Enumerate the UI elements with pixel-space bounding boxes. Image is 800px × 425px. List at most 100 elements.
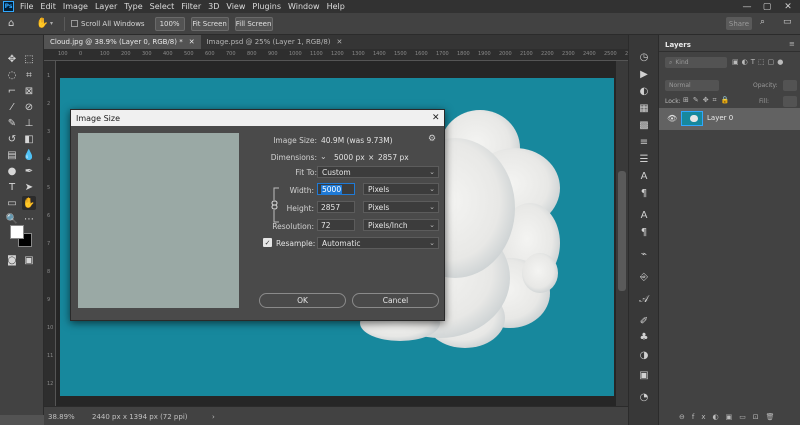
brush-tool-icon[interactable]: ✎ — [5, 116, 19, 130]
quick-mask-icon[interactable]: ◙ — [5, 253, 19, 267]
lasso-tool-icon[interactable]: ◌ — [5, 68, 19, 82]
paragraph-styles-icon[interactable]: ¶ — [637, 226, 651, 239]
info-icon[interactable]: ◔ — [637, 391, 651, 404]
fill-field[interactable] — [783, 96, 797, 107]
channels-icon[interactable]: ⎆ — [637, 271, 651, 284]
layer-filter-kind[interactable]: ⌕ Kind — [665, 57, 727, 68]
opacity-field[interactable] — [783, 80, 797, 91]
artboard-tool-icon[interactable]: ⬚ — [22, 52, 36, 66]
tab-cloud[interactable]: Cloud.jpg @ 38.9% (Layer 0, RGB/8) * ✕ — [44, 35, 201, 49]
zoom-level[interactable]: 38.89% — [48, 413, 75, 421]
chevron-down-icon[interactable]: ▾ — [50, 20, 58, 27]
quick-selection-tool-icon[interactable]: ⌗ — [22, 68, 36, 82]
menu-3d[interactable]: 3D — [208, 2, 219, 11]
eraser-tool-icon[interactable]: ◧ — [22, 132, 36, 146]
frame-tool-icon[interactable]: ⊠ — [22, 84, 36, 98]
crop-tool-icon[interactable]: ⌐ — [5, 84, 19, 98]
sliders-icon[interactable]: ≡ — [637, 136, 651, 149]
share-button[interactable]: Share — [726, 17, 752, 30]
resolution-input[interactable]: 72 — [317, 219, 355, 231]
layer-filter-icons[interactable]: ▣◐T⬚▢● — [732, 58, 797, 68]
menu-help[interactable]: Help — [327, 2, 345, 11]
type-tool-icon[interactable]: T — [5, 180, 19, 194]
hand-tool-icon[interactable]: ✋ — [22, 196, 36, 210]
width-unit-select[interactable]: Pixels ⌄ — [363, 183, 439, 195]
menu-layer[interactable]: Layer — [95, 2, 117, 11]
vertical-scrollbar[interactable] — [616, 61, 628, 406]
gear-icon[interactable]: ⚙ — [428, 134, 436, 144]
character-icon[interactable]: A — [637, 170, 651, 183]
styles-icon[interactable]: ▩ — [637, 119, 651, 132]
zoom-tool-icon[interactable]: 🔍 — [5, 212, 19, 226]
menu-window[interactable]: Window — [288, 2, 320, 11]
color-icon[interactable]: ◐ — [637, 85, 651, 98]
blend-mode-select[interactable]: Normal — [665, 80, 719, 91]
ok-button[interactable]: OK — [259, 293, 346, 308]
scrollbar-thumb[interactable] — [618, 171, 626, 291]
layer-actions-icons[interactable]: ⊖fx◐▣▭⊡🗑 — [679, 413, 799, 423]
resample-select[interactable]: Automatic ⌄ — [317, 237, 439, 249]
healing-brush-tool-icon[interactable]: ⊘ — [22, 100, 36, 114]
home-icon[interactable]: ⌂ — [8, 18, 22, 29]
height-unit-select[interactable]: Pixels ⌄ — [363, 201, 439, 213]
layer-row[interactable]: 👁 Layer 0 — [659, 108, 800, 130]
clone-stamp-tool-icon[interactable]: ⊥ — [22, 116, 36, 130]
tab-layers[interactable]: Layers — [665, 41, 691, 49]
history-icon[interactable]: ◷ — [637, 51, 651, 64]
maximize-icon[interactable]: ▢ — [757, 0, 777, 13]
gradient-tool-icon[interactable]: ▤ — [5, 148, 19, 162]
image-preview[interactable] — [78, 133, 239, 308]
search-icon[interactable]: ⌕ — [760, 17, 772, 30]
close-window-icon[interactable]: ✕ — [778, 0, 798, 13]
properties-icon[interactable]: ▶ — [637, 68, 651, 81]
zoom-100-button[interactable]: 100% — [154, 16, 185, 31]
history-brush-tool-icon[interactable]: ↺ — [5, 132, 19, 146]
libraries-icon[interactable]: ☰ — [637, 153, 651, 166]
height-input[interactable]: 2857 — [317, 201, 355, 213]
status-chevron-icon[interactable]: › — [212, 413, 215, 421]
blur-tool-icon[interactable]: 💧 — [22, 148, 36, 162]
menu-edit[interactable]: Edit — [40, 2, 56, 11]
close-icon[interactable]: ✕ — [337, 38, 343, 46]
close-icon[interactable]: ✕ — [189, 38, 195, 46]
glyphs-alt-icon[interactable]: 𝒜 — [637, 293, 651, 306]
paragraph-icon[interactable]: ¶ — [637, 187, 651, 200]
more-tools-icon[interactable]: ⋯ — [22, 212, 36, 226]
chevron-down-icon[interactable]: ⌄ — [320, 152, 327, 161]
fit-screen-button[interactable]: Fit Screen — [190, 16, 229, 31]
glyphs-icon[interactable]: A — [637, 209, 651, 222]
menu-select[interactable]: Select — [150, 2, 175, 11]
eyedropper-tool-icon[interactable]: ⁄ — [5, 100, 19, 114]
brush-settings-icon[interactable]: ✐ — [637, 315, 651, 328]
close-icon[interactable]: ✕ — [432, 113, 440, 123]
path-selection-tool-icon[interactable]: ➤ — [22, 180, 36, 194]
screen-mode-icon[interactable]: ▣ — [22, 253, 36, 267]
dodge-tool-icon[interactable]: ● — [5, 164, 19, 178]
menu-view[interactable]: View — [226, 2, 245, 11]
scroll-all-checkbox[interactable] — [71, 20, 78, 27]
menu-image[interactable]: Image — [63, 2, 88, 11]
width-input[interactable]: 5000 — [317, 183, 355, 195]
eye-icon[interactable]: 👁 — [667, 114, 677, 123]
hand-tool-icon[interactable]: ✋ — [36, 18, 50, 29]
menu-type[interactable]: Type — [124, 2, 142, 11]
tab-image[interactable]: Image.psd @ 25% (Layer 1, RGB/8) ✕ — [201, 35, 349, 49]
pen-tool-icon[interactable]: ✒ — [22, 164, 36, 178]
clone-source-icon[interactable]: ♣ — [637, 331, 651, 344]
workspace-icon[interactable]: ▭ — [783, 17, 795, 30]
foreground-color-swatch-top[interactable] — [10, 225, 24, 239]
fill-screen-button[interactable]: Fill Screen — [234, 16, 273, 31]
resample-checkbox[interactable]: ✓ — [263, 238, 272, 247]
fit-to-select[interactable]: Custom ⌄ — [317, 166, 439, 178]
minimize-icon[interactable]: — — [737, 0, 757, 13]
paths-icon[interactable]: ⌁ — [637, 248, 651, 261]
menu-filter[interactable]: Filter — [181, 2, 201, 11]
adjustments-icon[interactable]: ▦ — [637, 102, 651, 115]
menu-plugins[interactable]: Plugins — [252, 2, 281, 11]
panel-menu-icon[interactable]: ≡ — [789, 40, 795, 48]
resolution-unit-select[interactable]: Pixels/Inch ⌄ — [363, 219, 439, 231]
rectangle-tool-icon[interactable]: ▭ — [5, 196, 19, 210]
layer-name[interactable]: Layer 0 — [707, 114, 733, 122]
cancel-button[interactable]: Cancel — [352, 293, 439, 308]
navigator-icon[interactable]: ▣ — [637, 369, 651, 382]
